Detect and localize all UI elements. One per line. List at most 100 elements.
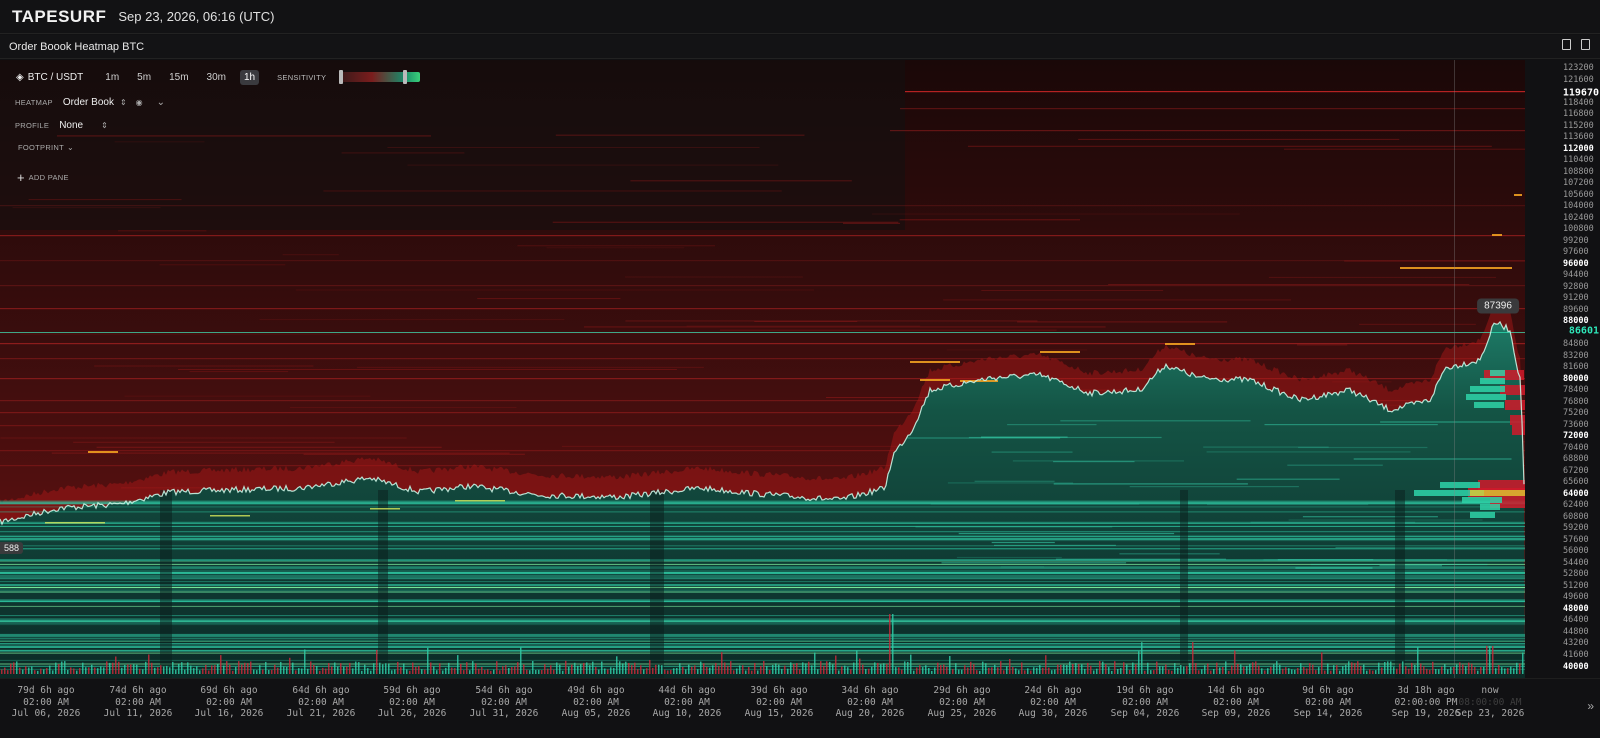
volume-bar [913, 670, 915, 674]
volume-bar [937, 662, 939, 674]
volume-bar [646, 668, 648, 674]
sensitivity-min-handle[interactable] [339, 70, 344, 84]
tab-1h[interactable]: 1h [239, 69, 260, 85]
tab-1m[interactable]: 1m [101, 70, 123, 85]
window-controls [1562, 39, 1590, 50]
tab-15m[interactable]: 15m [165, 70, 192, 85]
time-tick-l1: 19d 6h ago [1116, 685, 1174, 696]
updown-icon[interactable]: ⇕ [101, 121, 108, 130]
time-tick: 74d 6h ago 02:00 AM Jul 11, 2026 [104, 685, 173, 720]
plus-icon[interactable]: + [17, 170, 25, 185]
volume-bar [277, 667, 279, 674]
eye-icon[interactable]: ◉ [136, 98, 143, 107]
price-tick: 99200 [1563, 235, 1589, 246]
maximize-icon[interactable] [1581, 39, 1590, 50]
volume-bar [472, 661, 474, 674]
volume-bar [922, 667, 924, 674]
heatmap-select[interactable]: Order Book [63, 97, 114, 108]
volume-bar [685, 669, 687, 674]
chevron-down-icon[interactable]: ⌄ [157, 97, 165, 108]
volume-bar [976, 670, 978, 674]
volume-bar [1, 669, 3, 674]
app-logo[interactable]: TAPESURF [12, 7, 106, 27]
heatmap-canvas[interactable] [0, 60, 1525, 678]
price-tick: 113600 [1563, 132, 1594, 143]
volume-bar [403, 663, 405, 674]
volume-bar [1510, 666, 1512, 674]
volume-bar [955, 663, 957, 674]
price-tick: 43200 [1563, 638, 1589, 649]
top-price-label: 119670 [1562, 87, 1599, 99]
footprint-row[interactable]: FOOTPRINT ⌄ [18, 143, 74, 152]
updown-icon[interactable]: ⇕ [120, 98, 127, 107]
price-tick: 105600 [1563, 189, 1594, 200]
volume-bar [16, 661, 18, 674]
add-pane-label[interactable]: ADD PANE [29, 173, 69, 182]
volume-bar [157, 667, 159, 674]
volume-bar [217, 664, 219, 674]
volume-bar [445, 667, 447, 674]
large-order-block [1165, 343, 1195, 345]
bid-liquidity-line [0, 646, 1525, 648]
volume-bar [601, 661, 603, 674]
time-tick-l1: 79d 6h ago [17, 685, 75, 696]
bid-liquidity-line [974, 480, 1055, 482]
volume-bar [1288, 668, 1290, 674]
minimize-icon[interactable] [1562, 39, 1571, 50]
volume-bar [223, 665, 225, 674]
volume-bar [55, 662, 57, 674]
chevron-down-icon[interactable]: ⌄ [67, 143, 74, 152]
tab-30m[interactable]: 30m [203, 70, 230, 85]
window-title-bar: Order Boook Heatmap BTC [0, 35, 1600, 59]
sensitivity-max-handle[interactable] [403, 70, 408, 84]
price-tick: 68800 [1563, 454, 1589, 465]
time-tick-l1: now [1481, 685, 1499, 696]
bid-column-shade [1395, 490, 1405, 678]
volume-bar [637, 669, 639, 674]
chart-toolbar: ◈ BTC / USDT 1m 5m 15m 30m 1h SENSITIVIT… [0, 60, 1525, 94]
volume-bar [1468, 662, 1470, 674]
volume-bar [1381, 667, 1383, 674]
orderbook-bid-bar [1474, 402, 1504, 408]
price-tick: 40000 [1563, 661, 1589, 672]
ask-liquidity-line [387, 147, 760, 149]
volume-bar [475, 663, 477, 674]
volume-bar [577, 665, 579, 674]
ask-liquidity-line [625, 320, 1038, 322]
sensitivity-slider[interactable] [339, 70, 421, 84]
volume-bar [904, 661, 906, 674]
time-tick: 59d 6h ago 02:00 AM Jul 26, 2026 [378, 685, 447, 720]
volume-bar [994, 664, 996, 674]
orderbook-bid-bar [1480, 504, 1500, 510]
add-pane-button[interactable]: + ADD PANE [17, 170, 69, 185]
volume-bar [1279, 664, 1281, 674]
price-tick: 102400 [1563, 212, 1594, 223]
price-axis[interactable]: 123200 121600 118400 116800 115200 113600 1120… [1525, 60, 1600, 678]
profile-select[interactable]: None [59, 120, 83, 131]
time-tick-l3: Jul 31, 2026 [469, 708, 539, 719]
price-tick: 100800 [1563, 224, 1594, 235]
bid-liquidity-line [0, 561, 1525, 562]
volume-bar [448, 662, 450, 674]
time-tick: 54d 6h ago 02:00 AM Jul 31, 2026 [470, 685, 539, 720]
volume-bar [1090, 665, 1092, 674]
volume-bar [514, 666, 516, 674]
volume-bar [1264, 670, 1266, 674]
ask-liquidity-line [295, 289, 815, 291]
volume-bar [241, 664, 243, 674]
volume-bar [760, 666, 762, 674]
volume-bar [1504, 668, 1506, 674]
double-chevron-right-icon[interactable]: » [1587, 699, 1594, 713]
tab-5m[interactable]: 5m [133, 70, 155, 85]
volume-bar [382, 664, 384, 674]
pair-selector[interactable]: ◈ BTC / USDT [16, 72, 83, 83]
ask-liquidity-line [0, 425, 900, 427]
volume-bar [304, 649, 306, 674]
bid-liquidity-line [1379, 565, 1442, 567]
bid-column-shade [160, 490, 172, 678]
volume-bar [61, 661, 63, 674]
time-axis[interactable]: » 79d 6h ago 02:00 AM Jul 06, 2026 74d 6h a… [0, 678, 1600, 738]
bid-liquidity-line [1207, 503, 1369, 506]
heatmap-chart[interactable]: 87396 588 [0, 60, 1525, 678]
footprint-label[interactable]: FOOTPRINT [18, 143, 64, 152]
